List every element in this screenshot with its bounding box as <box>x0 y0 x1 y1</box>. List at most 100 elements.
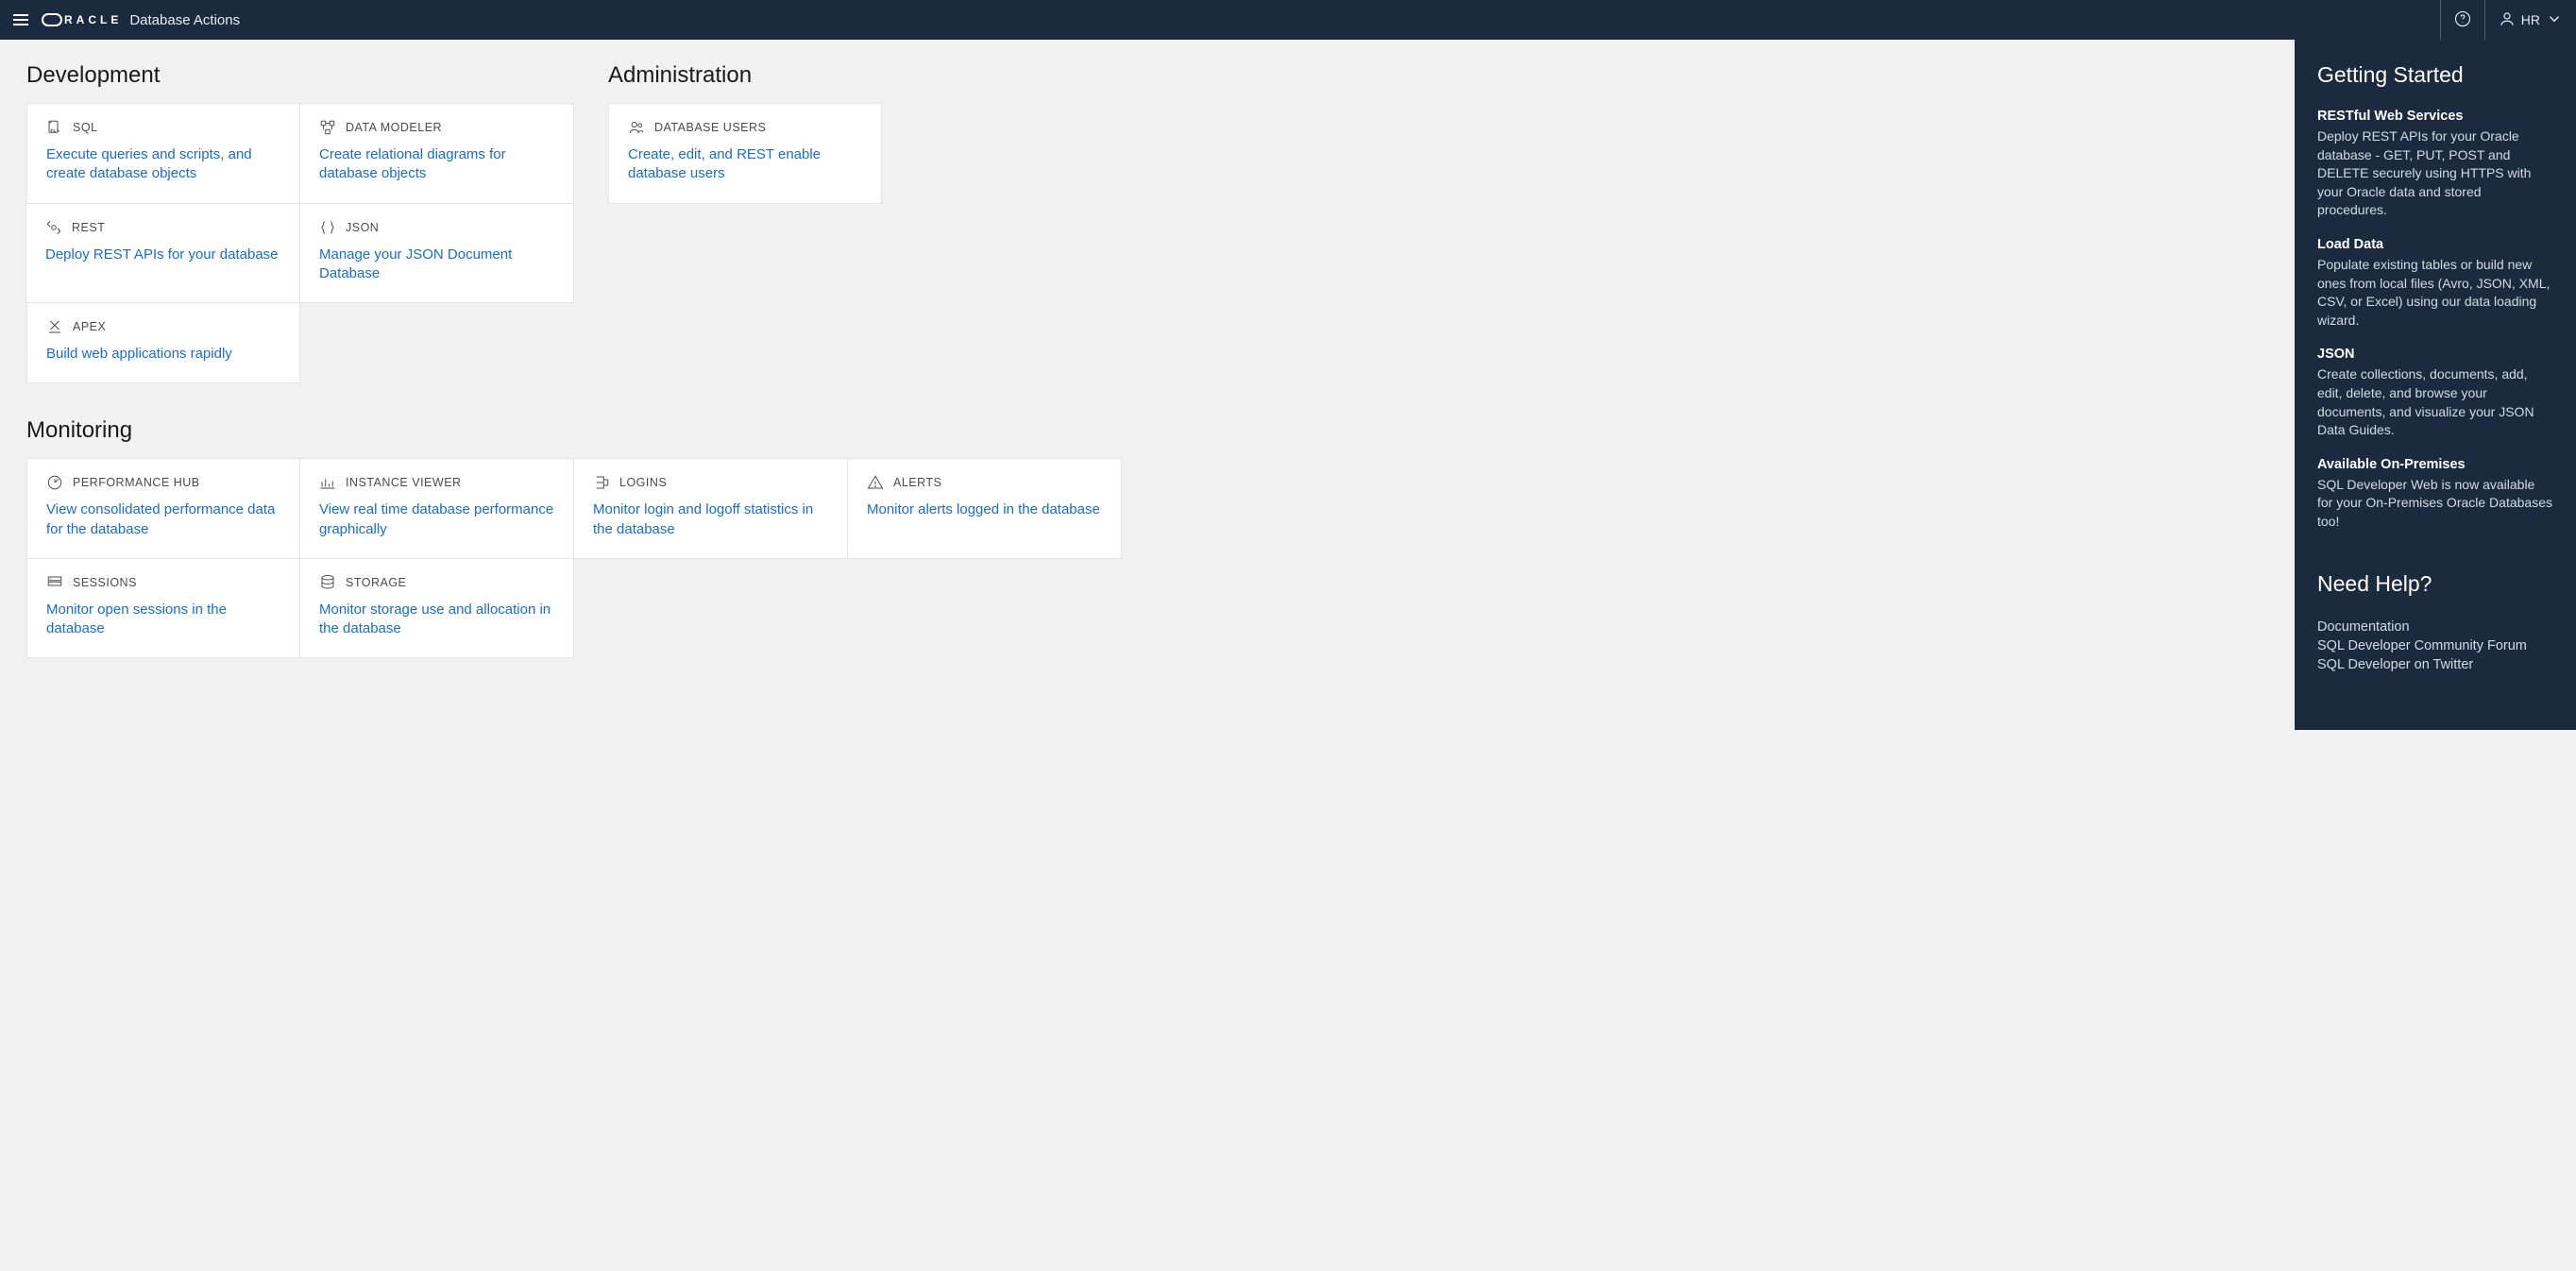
card-sessions[interactable]: SESSIONS Monitor open sessions in the dat… <box>26 558 300 659</box>
card-description: Deploy REST APIs for your database <box>45 246 280 264</box>
card-json[interactable]: JSON Manage your JSON Document Database <box>299 203 574 304</box>
development-grid: SQL Execute queries and scripts, and crea… <box>26 104 574 383</box>
section-title-development: Development <box>26 62 574 89</box>
app-header: RACLE Database Actions HR <box>0 0 2576 40</box>
section-title-administration: Administration <box>608 62 882 89</box>
card-description: Monitor open sessions in the database <box>46 601 280 639</box>
card-title: LOGINS <box>619 476 667 489</box>
hamburger-icon[interactable] <box>13 10 28 29</box>
apex-icon <box>46 318 63 335</box>
card-description: View real time database performance grap… <box>319 500 554 539</box>
card-header: PERFORMANCE HUB <box>46 474 280 491</box>
getting-started-item-title: Load Data <box>2317 237 2553 252</box>
card-description: Monitor storage use and allocation in th… <box>319 601 554 639</box>
monitoring-section: Monitoring PERFORMANCE HUB View consolida… <box>26 417 2268 658</box>
card-header: DATA MODELER <box>319 119 554 136</box>
top-row: Development SQL Execute queries and scrip… <box>26 62 2268 417</box>
card-logins[interactable]: LOGINS Monitor login and logoff statistic… <box>573 458 848 559</box>
getting-started-item: Available On-PremisesSQL Developer Web i… <box>2317 457 2553 532</box>
getting-started-item-text: Create collections, documents, add, edit… <box>2317 365 2553 439</box>
section-title-monitoring: Monitoring <box>26 417 2268 444</box>
card-instance-viewer[interactable]: INSTANCE VIEWER View real time database p… <box>299 458 574 559</box>
getting-started-item: RESTful Web Services Deploy REST APIs for… <box>2317 109 2553 220</box>
header-left: RACLE Database Actions <box>0 10 240 29</box>
card-title: SQL <box>73 121 98 134</box>
getting-started-title: Getting Started <box>2317 62 2553 88</box>
card-header: REST <box>45 219 280 236</box>
card-title: APEX <box>73 320 106 333</box>
administration-grid: DATABASE USERS Create, edit, and REST ena… <box>608 104 882 204</box>
card-header: DATABASE USERS <box>628 119 862 136</box>
card-title: DATABASE USERS <box>654 121 766 134</box>
oracle-wordmark: RACLE <box>42 13 122 26</box>
card-performance-hub[interactable]: PERFORMANCE HUB View consolidated perform… <box>26 458 300 559</box>
help-link[interactable]: SQL Developer Community Forum <box>2317 636 2553 655</box>
help-link[interactable]: SQL Developer on Twitter <box>2317 655 2553 674</box>
card-title: INSTANCE VIEWER <box>346 476 462 489</box>
card-description: Manage your JSON Document Database <box>319 246 554 284</box>
help-icon <box>2454 10 2471 30</box>
storage-icon <box>319 574 336 591</box>
getting-started-item-text: Deploy REST APIs for your Oracle databas… <box>2317 127 2553 220</box>
card-title: SESSIONS <box>73 576 137 589</box>
card-description: Build web applications rapidly <box>46 345 280 364</box>
card-title: STORAGE <box>346 576 406 589</box>
oracle-logo[interactable]: RACLE Database Actions <box>42 12 240 28</box>
administration-section: Administration DATABASE USERS Create, edi… <box>608 62 882 417</box>
card-header: APEX <box>46 318 280 335</box>
card-header: SESSIONS <box>46 574 280 591</box>
getting-started-item-text: Populate existing tables or build new on… <box>2317 256 2553 330</box>
header-right: HR <box>2440 0 2576 40</box>
card-description: Create, edit, and REST enable database u… <box>628 145 862 184</box>
card-description: Monitor alerts logged in the database <box>867 500 1102 519</box>
json-icon <box>319 219 336 236</box>
card-database-users[interactable]: DATABASE USERS Create, edit, and REST ena… <box>608 103 882 204</box>
main-wrap: Development SQL Execute queries and scrip… <box>0 40 2576 730</box>
card-header: INSTANCE VIEWER <box>319 474 554 491</box>
help-link[interactable]: Documentation <box>2317 618 2553 636</box>
data-modeler-icon <box>319 119 336 136</box>
instance-icon <box>319 474 336 491</box>
card-title: PERFORMANCE HUB <box>73 476 200 489</box>
card-description: Monitor login and logoff statistics in t… <box>593 500 828 539</box>
user-menu-button[interactable]: HR <box>2485 0 2576 40</box>
card-title: REST <box>72 221 105 234</box>
getting-started-item-text: SQL Developer Web is now available for y… <box>2317 476 2553 532</box>
chevron-down-icon <box>2546 10 2563 30</box>
card-apex[interactable]: APEX Build web applications rapidly <box>26 302 300 383</box>
card-header: LOGINS <box>593 474 828 491</box>
sessions-icon <box>46 574 63 591</box>
card-description: View consolidated performance data for t… <box>46 500 280 539</box>
getting-started-item: JSON Create collections, documents, add, … <box>2317 347 2553 439</box>
card-header: SQL <box>46 119 280 136</box>
product-name: Database Actions <box>129 12 240 28</box>
getting-started-item-title: RESTful Web Services <box>2317 109 2553 124</box>
getting-started-item: Load Data Populate existing tables or bui… <box>2317 237 2553 330</box>
rest-icon <box>45 219 62 236</box>
card-header: JSON <box>319 219 554 236</box>
users-icon <box>628 119 645 136</box>
card-sql[interactable]: SQL Execute queries and scripts, and crea… <box>26 103 300 204</box>
card-header: STORAGE <box>319 574 554 591</box>
card-data-modeler[interactable]: DATA MODELER Create relational diagrams f… <box>299 103 574 204</box>
card-description: Execute queries and scripts, and create … <box>46 145 280 184</box>
card-rest[interactable]: REST Deploy REST APIs for your database <box>25 203 300 304</box>
help-button[interactable] <box>2441 0 2484 40</box>
card-title: ALERTS <box>893 476 941 489</box>
user-label: HR <box>2521 12 2540 27</box>
card-title: DATA MODELER <box>346 121 442 134</box>
user-icon <box>2499 10 2516 30</box>
card-alerts[interactable]: ALERTS Monitor alerts logged in the datab… <box>847 458 1122 559</box>
perf-icon <box>46 474 63 491</box>
card-header: ALERTS <box>867 474 1102 491</box>
right-sidebar: Getting Started RESTful Web Services Depl… <box>2295 40 2576 730</box>
getting-started-item-title: JSON <box>2317 347 2553 362</box>
card-storage[interactable]: STORAGE Monitor storage use and allocatio… <box>299 558 574 659</box>
need-help-title: Need Help? <box>2317 571 2553 597</box>
sql-icon <box>46 119 63 136</box>
monitoring-grid: PERFORMANCE HUB View consolidated perform… <box>26 459 1122 658</box>
development-section: Development SQL Execute queries and scrip… <box>26 62 574 417</box>
card-description: Create relational diagrams for database … <box>319 145 554 184</box>
alerts-icon <box>867 474 884 491</box>
logins-icon <box>593 474 610 491</box>
